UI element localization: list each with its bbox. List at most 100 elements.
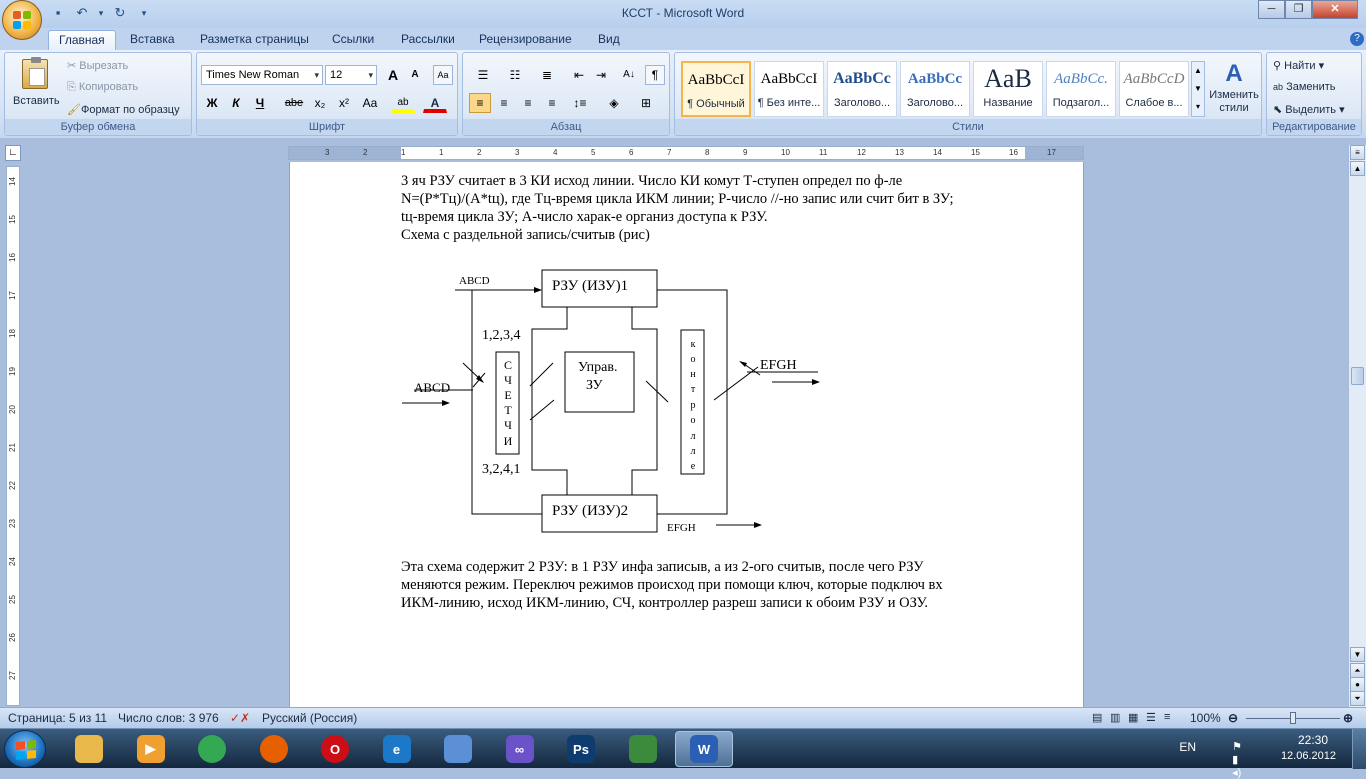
tab-mailings[interactable]: Рассылки [391,30,465,50]
browse-object-icon[interactable]: ● [1350,677,1365,692]
justify-icon[interactable]: ≡ [541,93,563,113]
minimize-icon[interactable]: ─ [1258,0,1285,19]
view-outline-icon[interactable]: ☰ [1146,711,1156,724]
style-heading-1[interactable]: AaBbCc Заголово... [827,61,897,117]
change-case-button[interactable]: Aa [357,93,383,113]
zoom-slider-thumb[interactable] [1290,712,1296,724]
cut-button[interactable]: ✂ Вырезать [67,59,128,72]
document-page[interactable]: 3 яч РЗУ считает в 3 КИ исход линии. Чис… [289,162,1084,707]
grow-font-button[interactable]: A [383,65,403,85]
format-painter-button[interactable]: 🖌Формат по образцу [67,103,180,116]
ruler-toggle-icon[interactable]: ≡ [1350,145,1365,160]
align-center-icon[interactable]: ≡ [493,93,515,113]
align-right-icon[interactable]: ≡ [517,93,539,113]
tab-home[interactable]: Главная [48,30,116,50]
style-subtle-emphasis[interactable]: AaBbCcD Слабое в... [1119,61,1189,117]
bold-button[interactable]: Ж [201,93,223,113]
font-size-select[interactable]: 12 [325,65,377,85]
taskbar-word-button[interactable]: W [675,731,733,767]
language-indicator[interactable]: Русский (Россия) [262,711,357,725]
multilevel-list-icon[interactable]: ≣ [533,65,561,85]
view-full-screen-icon[interactable]: ▥ [1110,711,1120,724]
taskbar-chrome-button[interactable] [183,731,241,767]
tab-references[interactable]: Ссылки [322,30,384,50]
tab-page-layout[interactable]: Разметка страницы [190,30,319,50]
superscript-button[interactable]: x² [333,93,355,113]
tab-selector-icon[interactable]: ∟ [5,145,21,161]
copy-button[interactable]: ⎘ Копировать [67,81,138,94]
taskbar-calc-button[interactable] [614,731,672,767]
vertical-ruler[interactable]: 14 15 16 17 18 19 20 21 22 23 24 25 26 27 [6,166,20,706]
borders-icon[interactable]: ⊞ [633,93,659,113]
taskbar-explorer-button[interactable] [60,731,118,767]
restore-icon[interactable]: ❐ [1285,0,1312,19]
taskbar-photoshop-button[interactable]: Ps [552,731,610,767]
decrease-indent-icon[interactable]: ⇤ [569,65,589,85]
numbering-icon[interactable]: ☷ [501,65,529,85]
taskbar-loop-button[interactable]: ∞ [491,731,549,767]
taskbar-ie-button[interactable]: e [368,731,426,767]
show-formatting-button[interactable]: ¶ [645,65,665,85]
align-left-icon[interactable]: ≡ [469,93,491,113]
select-button[interactable]: ⬉ Выделить ▾ [1273,103,1345,116]
underline-button[interactable]: Ч [249,93,271,113]
view-print-layout-icon[interactable]: ▤ [1092,711,1102,724]
style-heading-2[interactable]: AaBbCc Заголово... [900,61,970,117]
language-switcher[interactable]: EN [1179,740,1196,754]
page-indicator[interactable]: Страница: 5 из 11 [8,711,107,725]
vertical-scrollbar[interactable]: ≡ ▲ ▼ ⏶ ● ⏷ [1348,145,1366,707]
tab-view[interactable]: Вид [588,30,630,50]
clock-date[interactable]: 12.06.2012 [1281,750,1336,762]
zoom-out-icon[interactable]: ⊖ [1228,711,1238,725]
clock-time[interactable]: 22:30 [1298,733,1328,747]
tab-review[interactable]: Рецензирование [469,30,582,50]
taskbar-opera-button[interactable]: O [306,731,364,767]
find-button[interactable]: ⚲ Найти ▾ [1273,59,1324,72]
line-spacing-icon[interactable]: ↕≡ [567,93,593,113]
previous-page-icon[interactable]: ⏶ [1350,663,1365,678]
highlight-icon[interactable]: ab [391,93,415,113]
style-no-spacing[interactable]: AaBbCcI ¶ Без инте... [754,61,824,117]
replace-button[interactable]: ab Заменить [1273,81,1336,93]
bullets-icon[interactable]: ☰ [469,65,497,85]
style-title[interactable]: AaB Название [973,61,1043,117]
view-draft-icon[interactable]: ≡ [1164,711,1170,723]
shrink-font-button[interactable]: A [405,65,425,85]
style-subtitle[interactable]: AaBbCc. Подзагол... [1046,61,1116,117]
ruler-tick: 12 [857,148,866,157]
tray-icons[interactable]: ⚑ ▮ ◂) [1232,740,1242,779]
scroll-thumb[interactable] [1351,367,1364,385]
styles-scroll-icon[interactable]: ▲ ▼ ▾ [1191,61,1205,117]
next-page-icon[interactable]: ⏷ [1350,691,1365,706]
view-web-icon[interactable]: ▦ [1128,711,1138,724]
increase-indent-icon[interactable]: ⇥ [591,65,611,85]
horizontal-ruler[interactable]: 3 2 1 1 2 3 4 5 6 7 8 9 10 11 12 13 14 15 16 17 [288,146,1084,160]
clear-formatting-icon[interactable]: Aa [433,65,453,85]
taskbar-search-button[interactable] [429,731,487,767]
help-icon[interactable]: ? [1350,32,1364,46]
tab-insert[interactable]: Вставка [120,30,185,50]
show-desktop-button[interactable] [1352,729,1366,769]
strikethrough-button[interactable]: abe [281,93,307,113]
shading-icon[interactable]: ◈ [601,93,627,113]
office-button[interactable] [2,0,42,40]
subscript-button[interactable]: x₂ [309,93,331,113]
font-color-button[interactable]: A [423,93,447,113]
paragraph-2[interactable]: Эта схема содержит 2 РЗУ: в 1 РЗУ инфа з… [401,558,1041,612]
proofing-icon[interactable]: ✓✗ [230,711,250,725]
paste-button[interactable]: Вставить [13,57,60,115]
start-button[interactable] [4,730,46,768]
italic-button[interactable]: К [225,93,247,113]
close-icon[interactable]: ✕ [1312,0,1358,19]
taskbar-firefox-button[interactable] [245,731,303,767]
scroll-down-icon[interactable]: ▼ [1350,647,1365,662]
zoom-level[interactable]: 100% [1190,711,1221,725]
taskbar-media-button[interactable]: ▶ [122,731,180,767]
style-normal[interactable]: AaBbCcI ¶ Обычный [681,61,751,117]
font-family-select[interactable]: Times New Roman [201,65,323,85]
word-count[interactable]: Число слов: 3 976 [118,711,219,725]
sort-icon[interactable]: A↓ [619,65,639,85]
zoom-in-icon[interactable]: ⊕ [1343,711,1353,725]
change-styles-button[interactable]: A Изменить стили [1207,59,1261,115]
scroll-up-icon[interactable]: ▲ [1350,161,1365,176]
